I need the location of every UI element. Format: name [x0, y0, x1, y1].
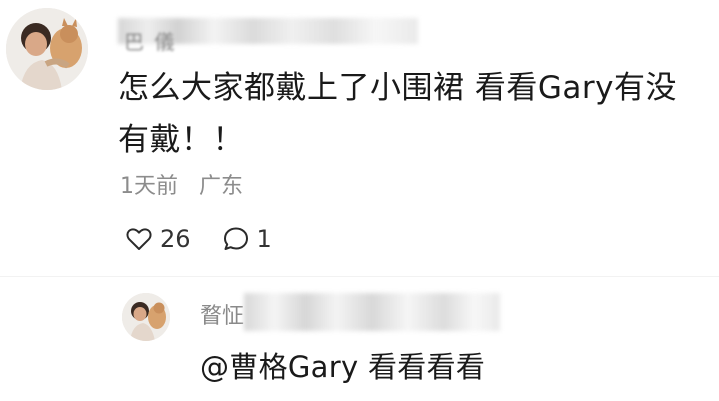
avatar-image-icon — [122, 293, 170, 341]
reply-text: @曹格Gary 看看看看 — [200, 344, 485, 386]
reply-button[interactable]: 1 — [221, 224, 272, 254]
comment-main: 巴 儀 怎么大家都戴上了小围裙 看看Gary有没有戴！！ 1天前 广东 26 1 — [0, 0, 719, 280]
commenter-username[interactable]: 巴 儀 — [124, 26, 176, 55]
like-button[interactable]: 26 — [124, 224, 191, 254]
comment-meta: 1天前 广东 — [120, 168, 243, 200]
replier-avatar[interactable] — [122, 293, 170, 341]
comment-actions: 26 1 — [124, 222, 272, 256]
reply-body: 看看看看 — [367, 350, 486, 384]
avatar-image-icon — [6, 8, 88, 90]
like-count: 26 — [160, 225, 191, 253]
heart-outline-icon — [124, 224, 154, 254]
reply-count: 1 — [256, 225, 272, 253]
speech-bubble-outline-icon — [221, 224, 251, 254]
replier-username-redacted[interactable] — [244, 293, 500, 331]
comment-location: 广东 — [199, 174, 244, 199]
replier-username[interactable]: 瞀怔 — [200, 298, 244, 330]
comment-time: 1天前 — [120, 174, 178, 199]
divider — [0, 276, 719, 277]
comment-text: 怎么大家都戴上了小围裙 看看Gary有没有戴！！ — [118, 70, 677, 158]
reply-mention-link[interactable]: @曹格Gary — [200, 350, 358, 384]
commenter-avatar[interactable] — [6, 8, 88, 90]
